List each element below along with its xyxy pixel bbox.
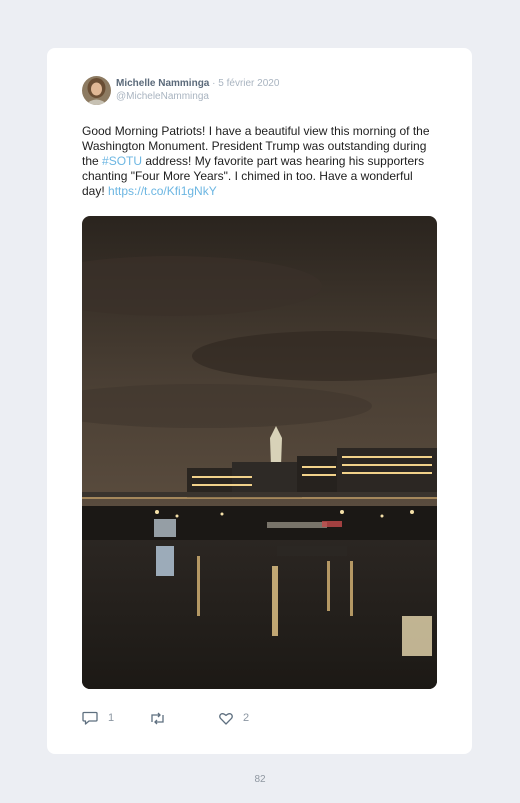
retweet-icon bbox=[149, 712, 166, 725]
page-number: 82 bbox=[254, 774, 266, 785]
author-name[interactable]: Michelle Namminga bbox=[116, 78, 209, 89]
author-line: Michelle Namminga · 5 février 2020 bbox=[116, 78, 279, 90]
separator: · bbox=[212, 78, 216, 89]
tweet-date[interactable]: 5 février 2020 bbox=[218, 78, 279, 89]
tweet-text: Good Morning Patriots! I have a beautifu… bbox=[82, 124, 438, 199]
reply-count: 1 bbox=[108, 712, 115, 724]
tweet-url-link[interactable]: https://t.co/Kfi1gNkY bbox=[108, 184, 217, 198]
reply-button[interactable]: 1 bbox=[82, 710, 114, 726]
retweet-button[interactable] bbox=[149, 710, 166, 726]
avatar[interactable] bbox=[82, 76, 111, 105]
tweet-card: Michelle Namminga · 5 février 2020 @Mich… bbox=[47, 48, 472, 754]
like-count: 2 bbox=[243, 712, 250, 724]
author-handle[interactable]: @MicheleNamminga bbox=[116, 91, 209, 103]
comment-icon bbox=[82, 711, 98, 725]
hashtag-link[interactable]: #SOTU bbox=[102, 154, 142, 168]
like-button[interactable]: 2 bbox=[219, 710, 249, 726]
heart-icon bbox=[219, 712, 233, 725]
tweet-actions: 1 2 bbox=[82, 710, 438, 726]
tweet-photo[interactable] bbox=[82, 216, 437, 689]
